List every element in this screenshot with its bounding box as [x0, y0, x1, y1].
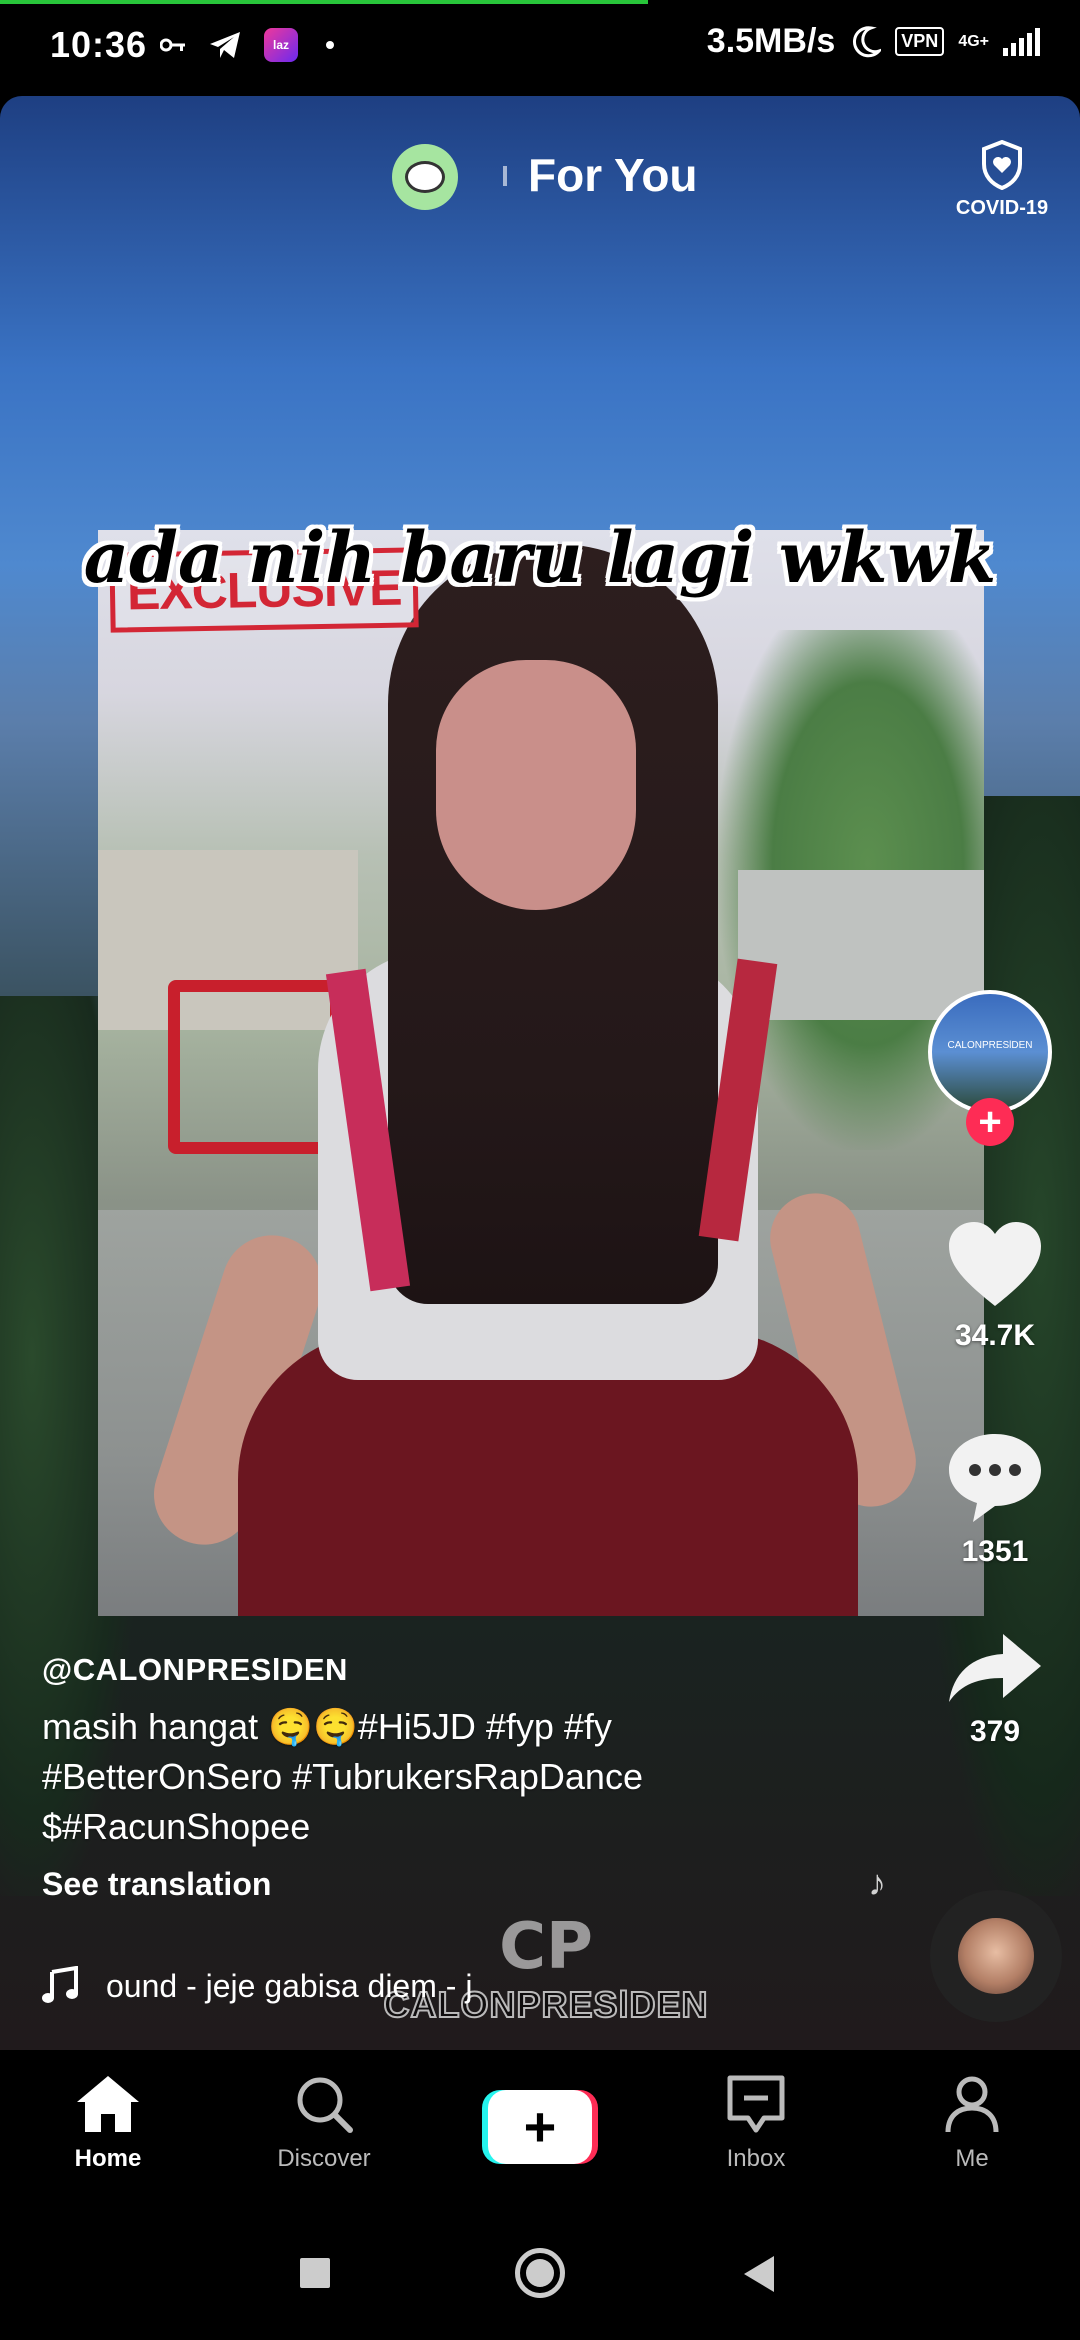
loading-progress-bar: [0, 0, 648, 4]
system-nav-bar: [0, 2200, 1080, 2340]
plus-icon: +: [978, 1100, 1002, 1144]
photo-hair: [388, 544, 718, 1304]
share-count: 379: [969, 1715, 1021, 1748]
shield-heart-icon: [982, 139, 1022, 191]
creator-avatar[interactable]: CALONPRESlDEN: [928, 990, 1052, 1114]
music-note-icon: [42, 1966, 78, 2003]
recents-button[interactable]: [300, 2258, 330, 2288]
comment-icon: [949, 1434, 1041, 1522]
search-icon: [297, 2077, 353, 2133]
floating-note-icon: ♪: [868, 1862, 886, 1903]
signal-bars-icon: [1003, 27, 1040, 56]
tab-for-you[interactable]: For You: [528, 148, 698, 202]
status-time: 10:36: [50, 24, 148, 65]
photo-face: [436, 660, 636, 910]
sound-disc[interactable]: [930, 1890, 1062, 2022]
signal-type: 4G+: [958, 32, 989, 50]
live-icon[interactable]: [392, 144, 458, 210]
home-icon: [77, 2076, 139, 2132]
more-notifications-dot: [326, 41, 334, 49]
video-caption: @CALONPRESlDEN masih hangat 🤤🤤#Hi5JD #fy…: [42, 1652, 862, 1903]
moon-icon: [853, 25, 882, 57]
status-bar: 10:36 laz 3.5MB/s VPN 4G+: [0, 0, 1080, 92]
heart-icon: [949, 1222, 1041, 1306]
tab-label: Inbox: [726, 2145, 786, 2172]
like-button[interactable]: 34.7K: [920, 1220, 1070, 1353]
tab-label: Discover: [277, 2145, 371, 2172]
video-overlay-text: ada nih baru lagi wkwk: [83, 516, 997, 599]
sound-name: ound - jeje gabisa diem - j: [106, 1967, 473, 2004]
creator-username[interactable]: @CALONPRESlDEN: [42, 1652, 862, 1688]
like-count: 34.7K: [954, 1319, 1036, 1352]
follow-button[interactable]: +: [966, 1098, 1014, 1146]
tab-label: Me: [955, 2145, 989, 2172]
covid-label: COVID-19: [955, 197, 1049, 219]
create-button[interactable]: +: [482, 2090, 598, 2164]
see-translation-link[interactable]: See translation: [42, 1866, 862, 1903]
lazada-icon: laz: [264, 28, 298, 62]
live-icon-face: [405, 161, 445, 193]
comment-count: 1351: [961, 1535, 1029, 1568]
video-description[interactable]: masih hangat 🤤🤤#Hi5JD #fyp #fy #BetterOn…: [42, 1702, 862, 1852]
tab-inbox[interactable]: Inbox: [686, 2074, 826, 2173]
key-icon: [160, 38, 185, 52]
tab-home[interactable]: Home: [38, 2074, 178, 2173]
plus-icon: +: [488, 2090, 592, 2164]
tab-discover[interactable]: Discover: [254, 2074, 394, 2173]
share-button[interactable]: 379: [920, 1630, 1070, 1749]
profile-icon: [945, 2076, 999, 2133]
inbox-icon: [727, 2075, 785, 2133]
home-system-dot: [526, 2259, 554, 2287]
bottom-nav: Home Discover + Inbox Me: [0, 2050, 1080, 2200]
covid-button[interactable]: COVID-19: [950, 139, 1054, 220]
vpn-badge: VPN: [895, 27, 945, 56]
comment-button[interactable]: 1351: [920, 1430, 1070, 1569]
home-system-button[interactable]: [515, 2248, 565, 2298]
tab-label: Home: [74, 2145, 142, 2172]
share-arrow-icon: [949, 1634, 1041, 1702]
description-line: $#RacunShopee: [42, 1806, 311, 1847]
photo-house-right: [738, 870, 984, 1020]
heart-sign: [168, 980, 342, 1154]
video-photo-frame: EXCLUSIVE: [98, 530, 984, 1616]
tab-me[interactable]: Me: [902, 2074, 1042, 2173]
nav-divider: [503, 166, 507, 186]
description-line: #BetterOnSero #TubrukersRapDance: [42, 1756, 643, 1797]
notification-icons: laz: [160, 28, 334, 62]
top-nav: For You COVID-19: [0, 139, 1080, 230]
sound-disc-avatar: [958, 1918, 1034, 1994]
network-speed: 3.5MB/s: [706, 22, 836, 60]
description-line: masih hangat 🤤🤤#Hi5JD #fyp #fy: [42, 1706, 612, 1747]
sound-row[interactable]: ound - jeje gabisa diem - j: [40, 1966, 472, 2006]
creator-avatar-text: CALONPRESlDEN: [947, 1040, 1033, 1051]
telegram-icon: [210, 32, 240, 58]
back-button[interactable]: [744, 2256, 774, 2292]
